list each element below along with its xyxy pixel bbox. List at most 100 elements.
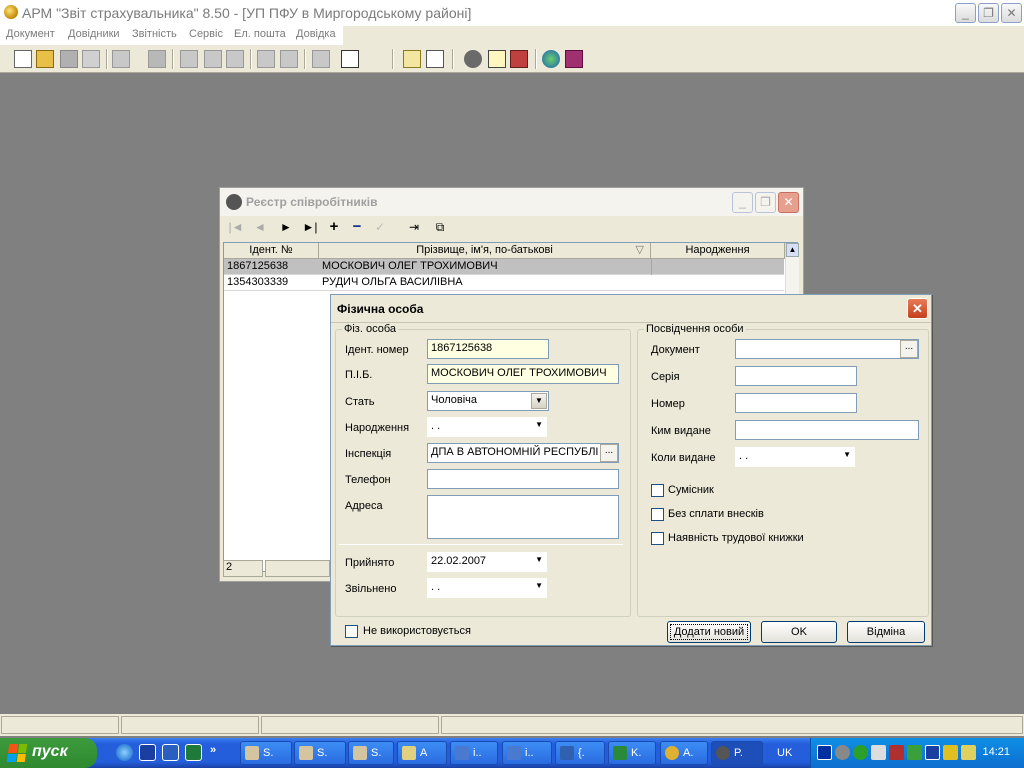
add-record-button[interactable]: + — [324, 218, 344, 235]
word-icon[interactable] — [162, 744, 179, 761]
print-icon[interactable] — [148, 50, 166, 68]
tray-device-icon[interactable] — [907, 745, 922, 760]
address-field[interactable] — [427, 495, 619, 539]
eraser-icon[interactable] — [180, 50, 198, 68]
tray-pen-icon[interactable] — [943, 745, 958, 760]
sex-select[interactable]: Чоловіча ▼ — [427, 391, 549, 411]
clock[interactable]: 14:21 — [982, 746, 1010, 758]
refresh-icon[interactable] — [204, 50, 222, 68]
employees-icon[interactable] — [464, 50, 482, 68]
taskbar-item[interactable]: K. — [608, 741, 656, 765]
taskbar-item[interactable]: i.. — [502, 741, 552, 765]
cancel-button[interactable]: Відміна — [847, 621, 925, 643]
import-button[interactable]: ⇥ — [404, 220, 424, 234]
menu-help[interactable]: Довідка — [296, 28, 336, 40]
series-field[interactable] — [735, 366, 857, 386]
fired-date-picker[interactable]: . . ▼ — [427, 578, 547, 598]
chevron-down-icon[interactable]: ▼ — [843, 450, 851, 459]
prior-record-button[interactable]: ◄ — [250, 220, 270, 234]
save-icon[interactable] — [60, 50, 78, 68]
excel-icon[interactable] — [185, 744, 202, 761]
tray-battery-icon[interactable] — [961, 745, 976, 760]
checkbox-part-time[interactable] — [651, 484, 664, 497]
menu-email[interactable]: Ел. пошта — [234, 28, 286, 40]
checkbox-no-contributions[interactable] — [651, 508, 664, 521]
issued-on-date-picker[interactable]: . . ▼ — [735, 447, 855, 467]
registry-maximize-button[interactable]: ❐ — [755, 192, 776, 213]
table-row[interactable]: 1354303339 РУДИЧ ОЛЬГА ВАСИЛІВНА — [224, 275, 784, 291]
quicklaunch-app-icon[interactable] — [139, 744, 156, 761]
dialog-close-button[interactable]: ✕ — [907, 298, 928, 319]
tray-app-icon[interactable] — [925, 745, 940, 760]
column-header-birth[interactable]: Народження — [651, 243, 785, 259]
media-player-icon[interactable] — [817, 745, 832, 760]
registry-minimize-button[interactable]: _ — [732, 192, 753, 213]
name-field[interactable]: МОСКОВИЧ ОЛЕГ ТРОХИМОВИЧ — [427, 364, 619, 384]
internet-explorer-icon[interactable] — [116, 744, 133, 761]
menu-directories[interactable]: Довідники — [68, 28, 120, 40]
copy-icon[interactable] — [403, 50, 421, 68]
taskbar-item-active[interactable]: P. — [711, 741, 763, 765]
next-record-button[interactable]: ► — [276, 220, 296, 234]
edit-record-button[interactable]: ✓ — [370, 220, 390, 234]
tray-clock-icon[interactable] — [835, 745, 850, 760]
new-document-icon[interactable] — [14, 50, 32, 68]
inspection-field[interactable]: ДПА В АВТОНОМНІЙ РЕСПУБЛІ ... — [427, 443, 619, 463]
checkbox-work-book[interactable] — [651, 532, 664, 545]
birth-date-picker[interactable]: . . ▼ — [427, 417, 547, 437]
chevron-down-icon[interactable]: ▼ — [535, 420, 543, 429]
copy-record-button[interactable]: ⧉ — [430, 220, 450, 235]
first-record-button[interactable]: |◄ — [226, 220, 246, 234]
check-icon[interactable] — [82, 50, 100, 68]
sum-icon[interactable] — [226, 50, 244, 68]
calendar-icon[interactable] — [510, 50, 528, 68]
menu-reports[interactable]: Звітність — [132, 28, 177, 40]
tray-network-icon[interactable] — [853, 745, 868, 760]
start-button[interactable]: пуск — [0, 738, 97, 768]
tray-camera-icon[interactable] — [889, 745, 904, 760]
book-icon[interactable] — [565, 50, 583, 68]
chevron-down-icon[interactable]: ▼ — [535, 581, 543, 590]
restore-button[interactable]: ❐ — [978, 3, 999, 23]
taskbar-item[interactable]: {. — [555, 741, 605, 765]
form-icon[interactable] — [312, 50, 330, 68]
delete-record-button[interactable]: − — [347, 218, 367, 235]
column-header-id[interactable]: Ідент. № — [224, 243, 319, 259]
id-field[interactable]: 1867125638 — [427, 339, 549, 359]
taskbar-item[interactable]: S. — [294, 741, 346, 765]
scroll-up-icon[interactable]: ▲ — [786, 243, 799, 257]
table-icon[interactable] — [488, 50, 506, 68]
tray-pattern-icon[interactable] — [871, 745, 886, 760]
registry-close-button[interactable]: ✕ — [778, 192, 799, 213]
taskbar-item[interactable]: S. — [348, 741, 394, 765]
globe-icon[interactable] — [542, 50, 560, 68]
table-row[interactable]: 1867125638 МОСКОВИЧ ОЛЕГ ТРОХИМОВИЧ — [224, 259, 784, 275]
phone-field[interactable] — [427, 469, 619, 489]
ok-button[interactable]: OK — [761, 621, 837, 643]
chevron-down-icon[interactable]: ▼ — [531, 393, 547, 409]
minimize-button[interactable]: _ — [955, 3, 976, 23]
last-record-button[interactable]: ►| — [300, 220, 320, 234]
quicklaunch-overflow-icon[interactable]: » — [210, 744, 216, 756]
column-header-name[interactable]: Прізвище, ім'я, по-батькові ▽ — [319, 243, 651, 259]
number-field[interactable] — [735, 393, 857, 413]
ellipsis-icon[interactable]: ... — [900, 340, 918, 358]
taskbar-item[interactable]: A. — [660, 741, 708, 765]
checkbox-not-used[interactable] — [345, 625, 358, 638]
chevron-down-icon[interactable]: ▼ — [535, 555, 543, 564]
menu-service[interactable]: Сервіс — [189, 28, 223, 40]
close-app-button[interactable]: ✕ — [1001, 3, 1022, 23]
ellipsis-icon[interactable]: ... — [600, 444, 618, 462]
window-icon[interactable] — [341, 50, 359, 68]
document-field[interactable]: ... — [735, 339, 919, 359]
add-new-button[interactable]: Додати новий — [667, 621, 751, 643]
tree-expand-icon[interactable] — [257, 50, 275, 68]
language-indicator[interactable]: UK — [777, 747, 792, 759]
tree-collapse-icon[interactable] — [280, 50, 298, 68]
menu-document[interactable]: Документ — [6, 28, 55, 40]
list-icon[interactable] — [112, 50, 130, 68]
hired-date-picker[interactable]: 22.02.2007 ▼ — [427, 552, 547, 572]
taskbar-item[interactable]: i.. — [450, 741, 498, 765]
open-folder-icon[interactable] — [36, 50, 54, 68]
taskbar-item[interactable]: S. — [240, 741, 292, 765]
